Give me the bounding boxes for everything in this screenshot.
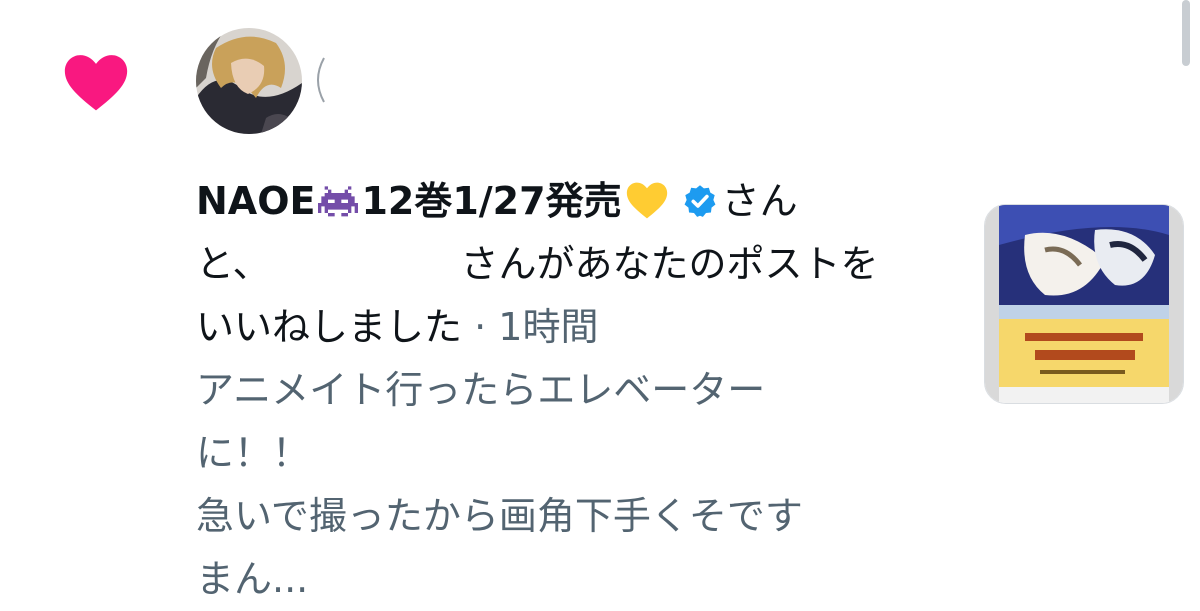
- alien-monster-emoji: [318, 186, 359, 217]
- notification-text-liked: いいねしました: [196, 305, 463, 349]
- actor-name[interactable]: NAOE: [196, 179, 315, 223]
- timestamp: 1時間: [498, 305, 599, 349]
- yellow-heart-emoji: [626, 182, 667, 219]
- notification-text-post: さんがあなたのポストを: [460, 242, 879, 286]
- notification-line-2: と、 さんがあなたのポストを: [196, 233, 916, 296]
- post-preview-line-4: まん...: [196, 557, 309, 601]
- notification-line-1: NAOE 12巻1/27発売 さん: [196, 170, 916, 233]
- verified-badge-icon: [684, 185, 716, 217]
- post-preview-line-1: アニメイト行ったらエレベーター: [196, 368, 766, 412]
- time-separator: ·: [474, 305, 487, 349]
- avatar[interactable]: [196, 28, 302, 134]
- scrollbar[interactable]: [1172, 0, 1200, 70]
- notification-text[interactable]: NAOE 12巻1/27発売 さん と、 さんがあなたのポストを いいねしました …: [196, 170, 916, 611]
- avatar-stack-edge-icon: [317, 57, 325, 103]
- post-preview-line-2: に！！: [196, 431, 311, 475]
- actor-name-suffix[interactable]: 12巻1/27発売: [361, 179, 621, 223]
- notification-line-3: いいねしました · 1時間: [196, 296, 916, 359]
- notification-text-and: と、: [196, 242, 271, 286]
- notification-text-san: さん: [721, 179, 798, 223]
- post-thumbnail-image[interactable]: [984, 204, 1184, 404]
- post-preview-line-3: 急いで撮ったから画角下手くそです: [196, 494, 803, 538]
- heart-icon: [64, 55, 128, 111]
